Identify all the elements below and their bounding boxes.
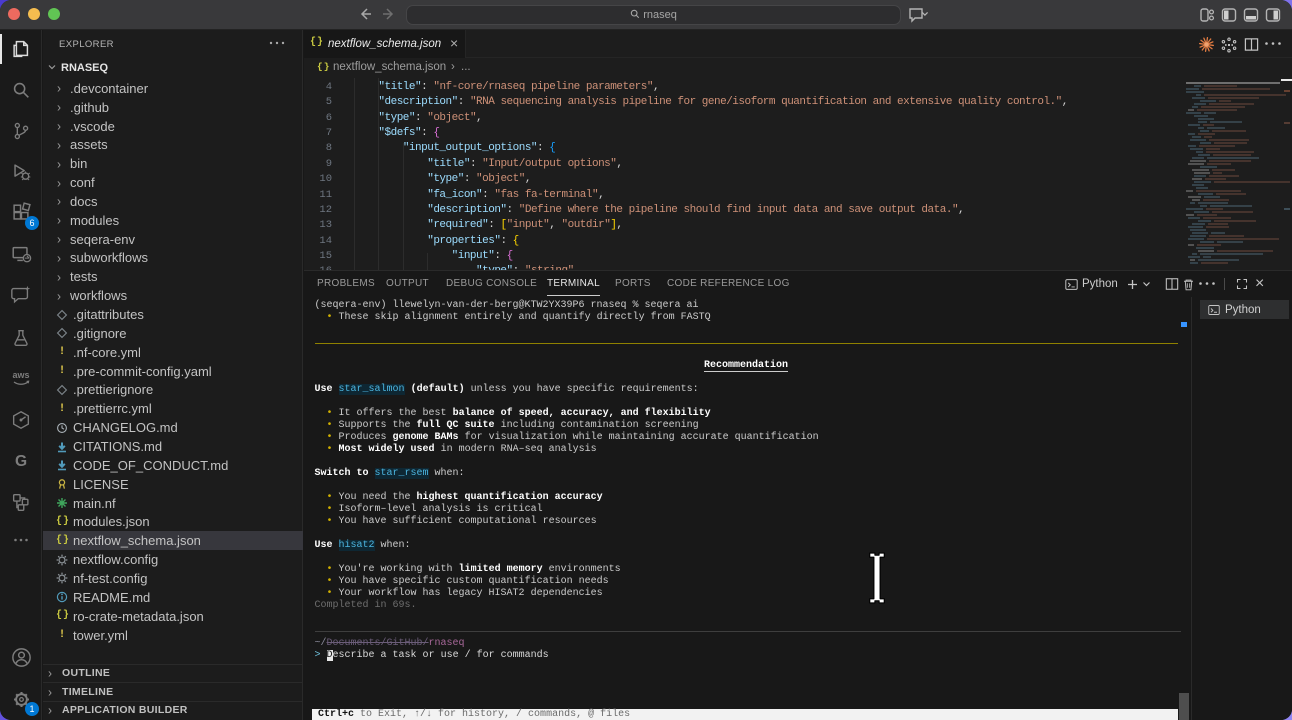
svg-text:G: G	[15, 453, 27, 470]
svg-text:aws: aws	[12, 370, 29, 380]
